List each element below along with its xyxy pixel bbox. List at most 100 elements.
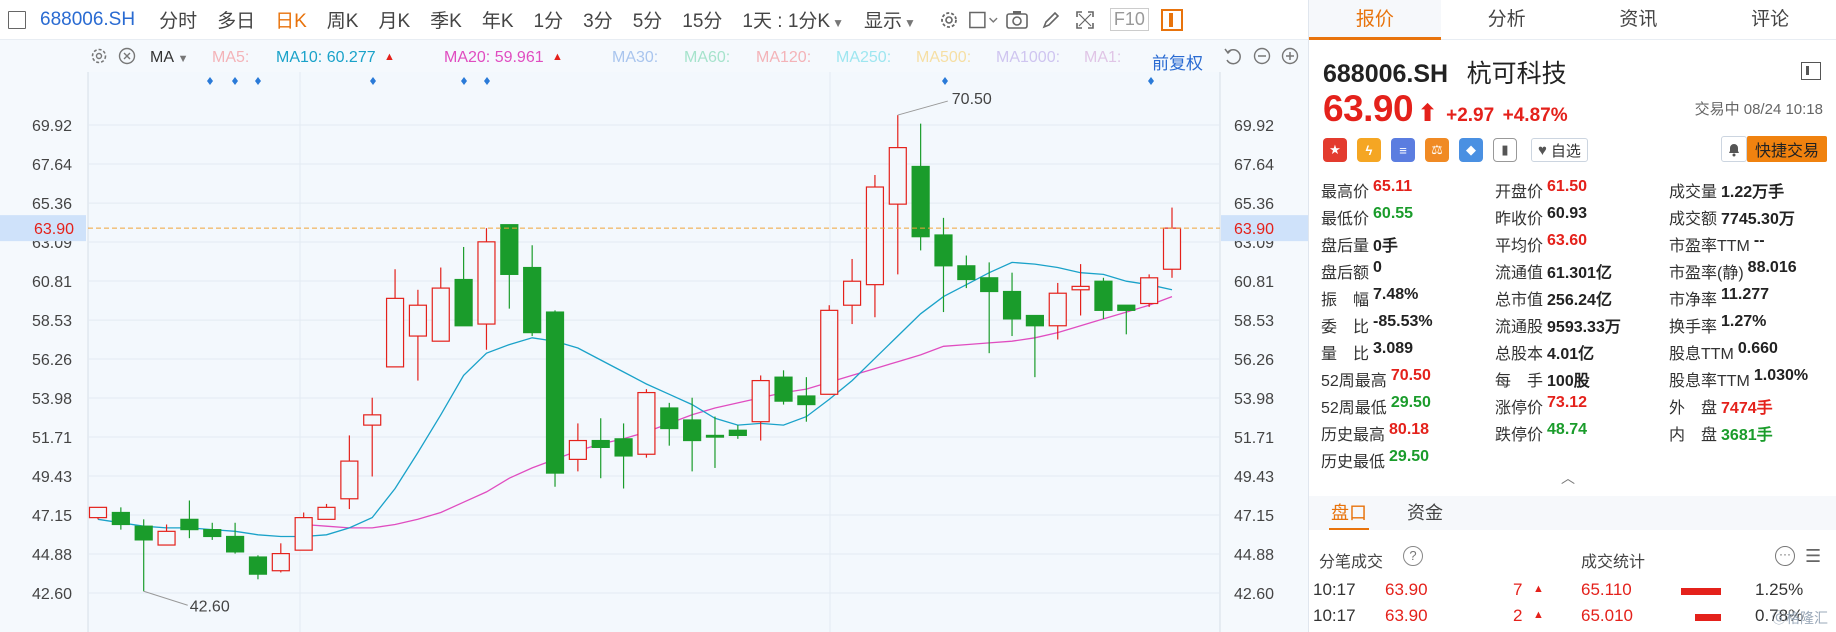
- china-flag-icon[interactable]: ★: [1323, 138, 1347, 162]
- candle-body: [888, 147, 907, 205]
- quote-panel: 报价 分析 资讯 评论 688006.SH 杭可科技 63.90 ⬆ +2.97 +4…: [1308, 0, 1836, 632]
- ma10-up-arrow-icon: ▲: [384, 51, 395, 63]
- fullscreen-icon[interactable]: [1070, 5, 1100, 35]
- quote-value: 29.50: [1389, 447, 1430, 465]
- quote-cell: 盘后量 0手: [1321, 232, 1495, 256]
- quote-key: 总市值: [1495, 291, 1544, 309]
- ma-close-icon[interactable]: [114, 46, 140, 66]
- quote-value: 88.016: [1747, 258, 1797, 276]
- candle-body: [271, 553, 290, 572]
- tab-1[interactable]: 分析: [1441, 0, 1573, 39]
- watchlist-button[interactable]: ♥ 自选: [1531, 138, 1588, 162]
- period-tab-1[interactable]: 多日: [207, 6, 265, 33]
- period-dropdown[interactable]: 1天 : 1分K ▼: [732, 6, 854, 33]
- database-icon[interactable]: ≡: [1391, 138, 1415, 162]
- list-view-icon[interactable]: ☰: [1805, 546, 1821, 567]
- quote-cell: 52周最高 70.50: [1321, 367, 1495, 391]
- toolbar-symbol[interactable]: 688006.SH: [40, 9, 135, 31]
- lightning-icon[interactable]: ϟ: [1357, 138, 1381, 162]
- quick-trade-button[interactable]: 快捷交易: [1747, 136, 1827, 162]
- tab-0[interactable]: 报价: [1309, 0, 1441, 40]
- tick-row: 10:17 63.90 2 65.010 0.78% ▲: [1309, 606, 1836, 632]
- pen-draw-icon[interactable]: [1036, 5, 1066, 35]
- candle-body: [203, 529, 222, 538]
- quote-value: 100股: [1547, 372, 1590, 390]
- quote-value: 48.74: [1547, 420, 1588, 438]
- quote-cell: 委 比 -85.53%: [1321, 313, 1495, 337]
- ma30-label: MA30:: [612, 49, 659, 66]
- period-tab-3[interactable]: 周K: [317, 6, 369, 33]
- panel-layout-icon[interactable]: [1801, 62, 1821, 80]
- quote-key: 股息率TTM: [1669, 372, 1750, 390]
- restore-rights-button[interactable]: 前复权: [1152, 49, 1203, 74]
- y-tick-label-left: 60.81: [32, 274, 72, 291]
- quote-key: 成交额: [1669, 210, 1718, 228]
- undo-icon[interactable]: [1222, 46, 1244, 71]
- more-options-icon[interactable]: ···: [1775, 546, 1795, 566]
- period-tab-8[interactable]: 3分: [573, 6, 623, 33]
- period-tab-5[interactable]: 季K: [420, 6, 472, 33]
- tick-title: 分笔成交: [1319, 554, 1384, 571]
- scale-icon[interactable]: ⚖: [1425, 138, 1449, 162]
- quote-key: 外 盘: [1669, 399, 1718, 417]
- candle-body: [385, 297, 405, 368]
- quote-cell: 振 幅 7.48%: [1321, 286, 1495, 310]
- subtab-1[interactable]: 资金: [1407, 496, 1443, 530]
- period-tab-0[interactable]: 分时: [149, 6, 207, 33]
- help-icon[interactable]: ?: [1403, 546, 1423, 566]
- tab-3[interactable]: 评论: [1704, 0, 1836, 39]
- period-tab-6[interactable]: 年K: [472, 6, 524, 33]
- sidebar-toggle-icon[interactable]: [8, 10, 26, 29]
- candle-body: [1002, 290, 1022, 320]
- kline-chart[interactable]: 69.92 69.9267.64 67.6465.36 65.3663.09 63.09…: [0, 72, 1308, 632]
- display-dropdown[interactable]: 显示 ▼: [854, 6, 926, 33]
- candle-body: [820, 309, 839, 395]
- f10-button[interactable]: F10: [1109, 8, 1149, 31]
- quote-value: 80.18: [1389, 420, 1430, 438]
- camera-icon[interactable]: [1002, 5, 1032, 35]
- quote-key: 昨收价: [1495, 210, 1544, 228]
- candle-body: [797, 395, 816, 406]
- quote-key: 市盈率TTM: [1669, 237, 1750, 255]
- trade-status: 交易中 08/24 10:18: [1694, 101, 1823, 118]
- y-tick-label-left: 69.92: [32, 118, 72, 135]
- period-tab-10[interactable]: 15分: [672, 6, 732, 33]
- quote-cell: 昨收价 60.93: [1495, 205, 1669, 229]
- quote-value: --: [1753, 231, 1765, 249]
- period-tab-4[interactable]: 月K: [368, 6, 420, 33]
- quote-cell: 平均价 63.60: [1495, 232, 1669, 256]
- panel-toggle-icon[interactable]: [1160, 8, 1183, 31]
- watermark-text: 格隆汇: [1786, 610, 1828, 626]
- bell-alert-icon[interactable]: [1721, 136, 1747, 162]
- candle-body: [500, 224, 519, 275]
- quote-value: 73.12: [1547, 393, 1588, 411]
- quote-value: 65.11: [1373, 177, 1413, 195]
- box-dropdown-icon[interactable]: [968, 5, 998, 35]
- quote-cell: 换手率 1.27%: [1669, 313, 1831, 337]
- candle-body: [431, 287, 450, 342]
- zoom-out-icon[interactable]: [1252, 46, 1272, 71]
- zoom-in-icon[interactable]: [1280, 46, 1300, 71]
- subtab-0[interactable]: 盘口: [1329, 496, 1369, 530]
- quote-value: 7745.30万: [1721, 210, 1795, 228]
- period-tab-2[interactable]: 日K: [265, 6, 317, 33]
- settings-gear-icon[interactable]: [934, 5, 964, 35]
- tab-2[interactable]: 资讯: [1573, 0, 1705, 39]
- period-tab-7[interactable]: 1分: [524, 6, 574, 33]
- candle-body: [1048, 292, 1067, 327]
- collapse-chevron-up-icon[interactable]: ︿: [1561, 468, 1575, 488]
- ma-selector[interactable]: MA ▼: [150, 49, 188, 67]
- ma-settings-gear-icon[interactable]: [86, 46, 112, 66]
- quote-value: 1.22万手: [1721, 183, 1785, 201]
- toolbar-icons: F10: [932, 5, 1183, 35]
- quote-cell: 股息TTM 0.660: [1669, 340, 1831, 364]
- tick-volume: 2: [1513, 606, 1523, 625]
- y-tick-label-left: 58.53: [32, 313, 72, 330]
- bookmark-icon[interactable]: ▮: [1493, 138, 1517, 162]
- period-tab-9[interactable]: 5分: [623, 6, 673, 33]
- candle-body: [1162, 227, 1182, 270]
- tag-icon[interactable]: ◆: [1459, 138, 1483, 162]
- candle-body: [705, 434, 725, 438]
- candle-body: [1117, 304, 1136, 311]
- quote-key: 换手率: [1669, 318, 1718, 336]
